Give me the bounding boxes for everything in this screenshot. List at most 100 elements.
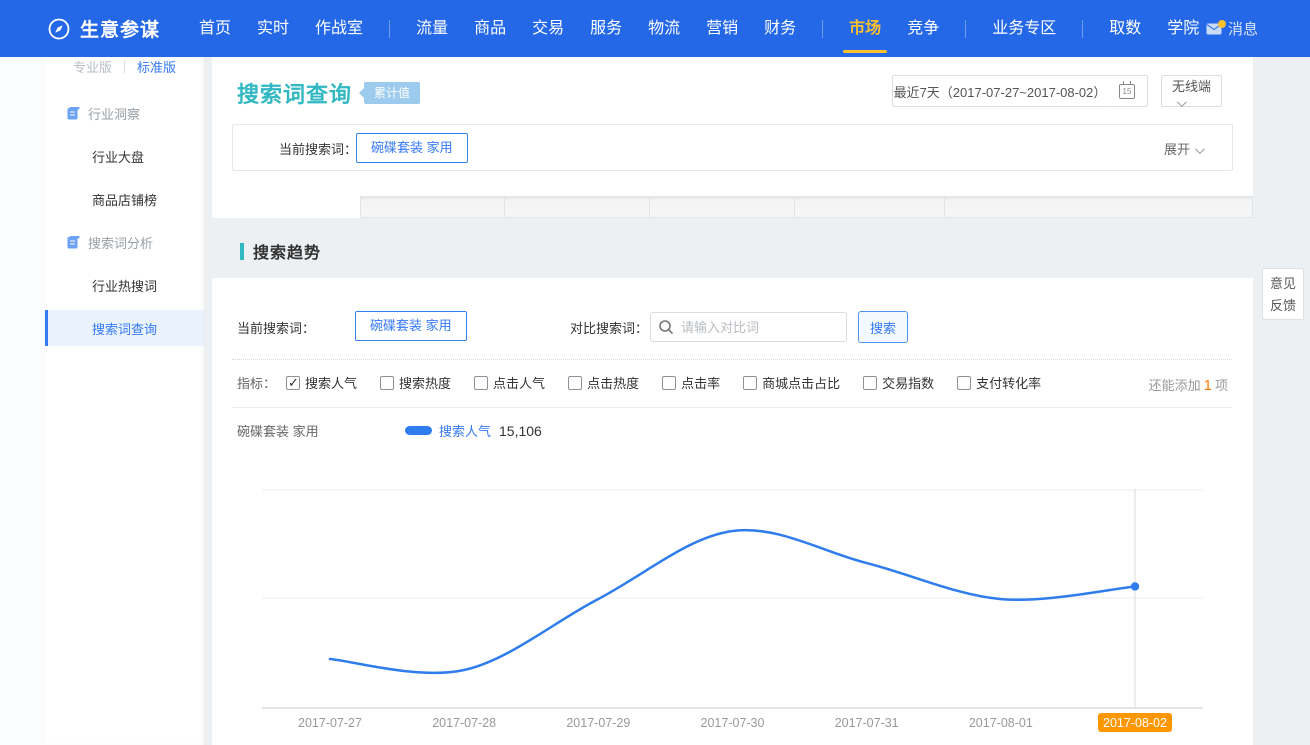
legend-metric-value: 15,106 <box>499 423 542 439</box>
cumulative-badge: 累计值 <box>364 82 420 104</box>
search-button[interactable]: 搜索 <box>858 311 908 343</box>
metric-checkbox-搜索人气[interactable]: 搜索人气 <box>286 373 357 392</box>
metric-checkbox-点击人气[interactable]: 点击人气 <box>474 373 545 392</box>
tab-4[interactable] <box>650 196 795 218</box>
metric-checkbox-点击率[interactable]: 点击率 <box>662 373 720 392</box>
brand-name: 生意参谋 <box>80 15 160 42</box>
checkbox-icon[interactable] <box>380 376 394 390</box>
x-tick-label: 2017-07-29 <box>566 716 630 730</box>
compare-word-input[interactable] <box>650 312 847 342</box>
tab-5[interactable] <box>795 196 945 218</box>
section-header: 搜索趋势 <box>240 239 321 263</box>
nav-item-取数[interactable]: 取数 <box>1109 0 1141 57</box>
remaining-count: 1 <box>1204 377 1212 394</box>
nav-item-首页[interactable]: 首页 <box>199 0 231 57</box>
metric-label: 搜索热度 <box>399 373 451 392</box>
nav-item-流量[interactable]: 流量 <box>416 0 448 57</box>
terminal-select-button[interactable]: 无线端 <box>1161 75 1222 107</box>
sidebar-item-行业热搜词[interactable]: 行业热搜词 <box>45 264 204 307</box>
nav-item-交易[interactable]: 交易 <box>532 0 564 57</box>
trend-current-word-tag[interactable]: 碗碟套装 家用 <box>355 311 467 341</box>
nav-item-实时[interactable]: 实时 <box>257 0 289 57</box>
page-title: 搜索词查询 <box>237 77 352 109</box>
trend-line[interactable] <box>330 530 1135 673</box>
metrics-list: 搜索人气 搜索热度 点击人气 点击热度 点击率 商城点击占比 交易指数 支付转化率 <box>286 373 1064 392</box>
nav-message[interactable]: 消息 <box>1206 0 1258 57</box>
nav-item-竞争[interactable]: 竞争 <box>907 0 939 57</box>
search-word-analysis-icon <box>67 236 80 249</box>
metric-checkbox-商城点击占比[interactable]: 商城点击占比 <box>743 373 840 392</box>
chevron-down-icon <box>1195 144 1205 154</box>
tab-active[interactable] <box>212 196 360 218</box>
x-tick-label: 2017-07-27 <box>298 716 362 730</box>
metrics-row: 指标： 搜索人气 搜索热度 点击人气 点击热度 点击率 商城点击占比 交易指数 支付转化率 <box>237 373 1064 392</box>
message-badge-dot <box>1218 20 1226 28</box>
legend-keyword: 碗碟套装 家用 <box>237 421 405 440</box>
nav-item-业务专区[interactable]: 业务专区 <box>992 0 1056 57</box>
metrics-label: 指标： <box>237 373 276 392</box>
nav-divider <box>389 20 390 38</box>
checkbox-icon[interactable] <box>474 376 488 390</box>
sidebar-section-2[interactable]: 搜索词分析 <box>45 221 204 264</box>
checkbox-icon[interactable] <box>662 376 676 390</box>
nav-item-财务[interactable]: 财务 <box>764 0 796 57</box>
brand[interactable]: 生意参谋 <box>47 15 160 42</box>
tab-strip <box>212 196 1253 218</box>
checkbox-icon[interactable] <box>743 376 757 390</box>
sidebar: 专业版 标准版 行业洞察行业大盘商品店铺榜搜索词分析行业热搜词搜索词查询 <box>45 57 205 745</box>
sidebar-item-行业大盘[interactable]: 行业大盘 <box>45 135 204 178</box>
checkbox-icon[interactable] <box>568 376 582 390</box>
sidebar-section-1[interactable]: 行业洞察 <box>45 92 204 135</box>
compare-word-label: 对比搜索词： <box>570 318 648 337</box>
screen: 生意参谋 首页实时作战室 流量商品交易服务物流营销财务市场竞争业务专区取数学院 消… <box>0 0 1310 745</box>
feedback-button[interactable]: 意见 反馈 <box>1262 268 1304 320</box>
expand-link[interactable]: 展开 <box>1164 139 1202 158</box>
metric-label: 点击人气 <box>493 373 545 392</box>
metric-checkbox-搜索热度[interactable]: 搜索热度 <box>380 373 451 392</box>
metric-checkbox-交易指数[interactable]: 交易指数 <box>863 373 934 392</box>
nav-item-学院[interactable]: 学院 <box>1167 0 1199 57</box>
tab-pro-version[interactable]: 专业版 <box>73 57 112 76</box>
trend-current-word-label: 当前搜索词： <box>237 318 315 337</box>
chart-legend: 碗碟套装 家用 搜索人气 15,106 <box>237 421 542 440</box>
nav-item-物流[interactable]: 物流 <box>648 0 680 57</box>
checkbox-icon[interactable] <box>957 376 971 390</box>
top-navbar: 生意参谋 首页实时作战室 流量商品交易服务物流营销财务市场竞争业务专区取数学院 消… <box>0 0 1310 57</box>
tab-standard-version[interactable]: 标准版 <box>137 57 176 76</box>
current-word-label: 当前搜索词： <box>279 139 357 158</box>
trend-line-chart[interactable]: 2017-07-272017-07-282017-07-292017-07-30… <box>212 460 1253 745</box>
nav-divider <box>965 20 966 38</box>
nav-divider <box>1082 20 1083 38</box>
checkbox-icon[interactable] <box>863 376 877 390</box>
checkbox-checked-icon[interactable] <box>286 376 300 390</box>
nav-item-作战室[interactable]: 作战室 <box>315 0 363 57</box>
metric-checkbox-点击热度[interactable]: 点击热度 <box>568 373 639 392</box>
nav-divider <box>822 20 823 38</box>
section-accent-bar <box>240 243 244 260</box>
calendar-button[interactable]: 15 <box>1107 75 1148 107</box>
metric-checkbox-支付转化率[interactable]: 支付转化率 <box>957 373 1041 392</box>
sidebar-menu: 行业洞察行业大盘商品店铺榜搜索词分析行业热搜词搜索词查询 <box>45 92 204 346</box>
sidebar-section-label: 搜索词分析 <box>88 233 153 252</box>
message-icon <box>1206 23 1222 35</box>
nav-item-商品[interactable]: 商品 <box>474 0 506 57</box>
section-title: 搜索趋势 <box>253 239 321 263</box>
nav-item-营销[interactable]: 营销 <box>706 0 738 57</box>
tab-3[interactable] <box>505 196 650 218</box>
tab-6[interactable] <box>945 196 1253 218</box>
legend-metric-name[interactable]: 搜索人气 <box>439 421 491 440</box>
current-word-tag[interactable]: 碗碟套装 家用 <box>356 133 468 163</box>
divider <box>232 407 1232 408</box>
tab-2[interactable] <box>360 196 505 218</box>
sidebar-section-label: 行业洞察 <box>88 104 140 123</box>
industry-insight-icon <box>67 107 80 120</box>
metric-label: 搜索人气 <box>305 373 357 392</box>
x-tick-label: 2017-07-28 <box>432 716 496 730</box>
nav-item-服务[interactable]: 服务 <box>590 0 622 57</box>
nav-item-市场[interactable]: 市场 <box>849 0 881 57</box>
sidebar-item-商品店铺榜[interactable]: 商品店铺榜 <box>45 178 204 221</box>
feedback-line2: 反馈 <box>1263 295 1303 317</box>
last-point-dot[interactable] <box>1131 582 1139 590</box>
sidebar-item-搜索词查询[interactable]: 搜索词查询 <box>45 310 204 346</box>
date-range-button[interactable]: 最近7天（2017-07-27~2017-08-02） <box>892 75 1108 107</box>
